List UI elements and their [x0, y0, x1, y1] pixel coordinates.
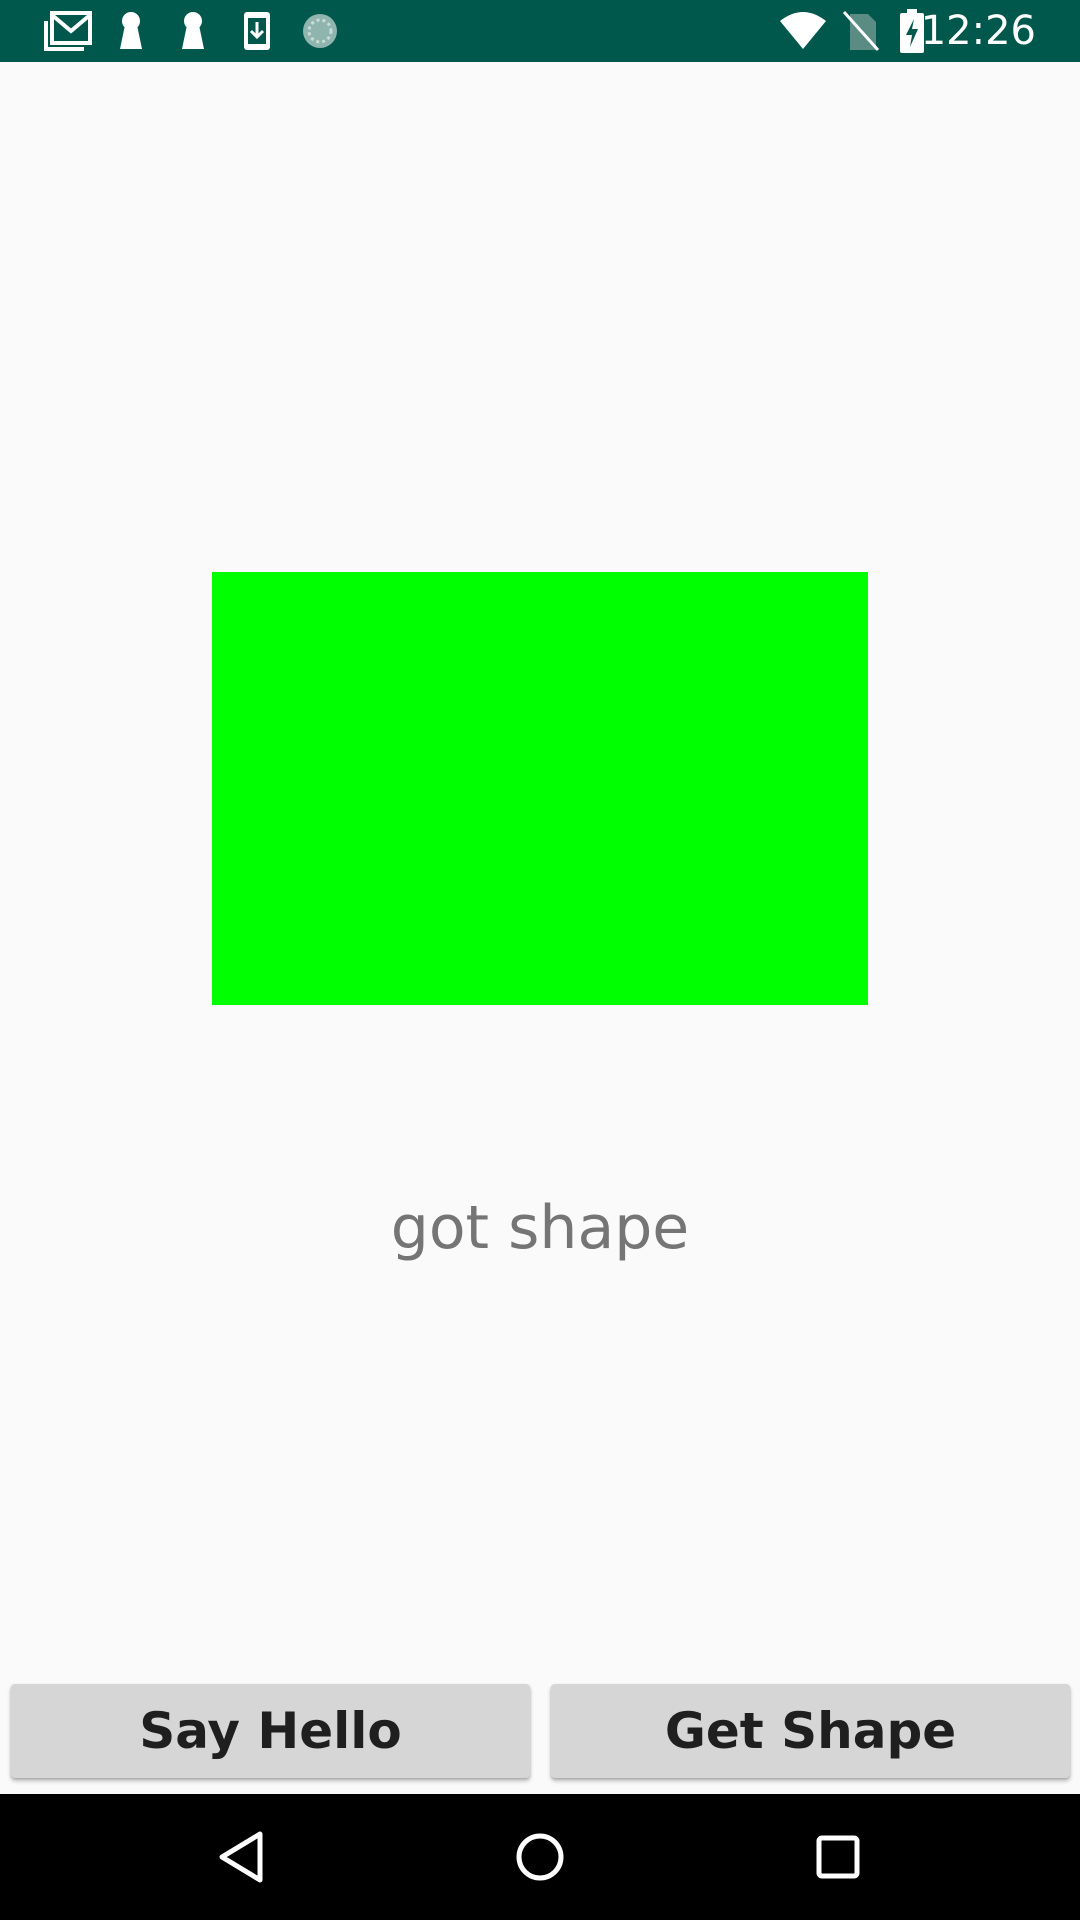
keyhole-icon: [178, 10, 208, 52]
app-screen: 12:26 got shape Say Hello Get Shape: [0, 0, 1080, 1920]
navigation-bar: [0, 1794, 1080, 1920]
recents-icon[interactable]: [803, 1822, 873, 1892]
shape-status-text: got shape: [390, 1193, 690, 1263]
wifi-icon: [778, 10, 828, 52]
status-bar: 12:26: [0, 0, 1080, 62]
download-icon: [242, 10, 272, 52]
get-shape-button[interactable]: Get Shape: [551, 1684, 1070, 1778]
say-hello-button[interactable]: Say Hello: [11, 1684, 530, 1778]
green-rectangle-shape: [212, 572, 868, 1005]
keyhole-icon: [116, 10, 146, 52]
back-icon[interactable]: [206, 1822, 276, 1892]
status-time: 12:26: [920, 8, 1036, 54]
no-sim-icon: [842, 10, 880, 52]
sync-icon: [300, 10, 340, 52]
home-icon[interactable]: [505, 1822, 575, 1892]
gmail-icon: [44, 10, 92, 52]
